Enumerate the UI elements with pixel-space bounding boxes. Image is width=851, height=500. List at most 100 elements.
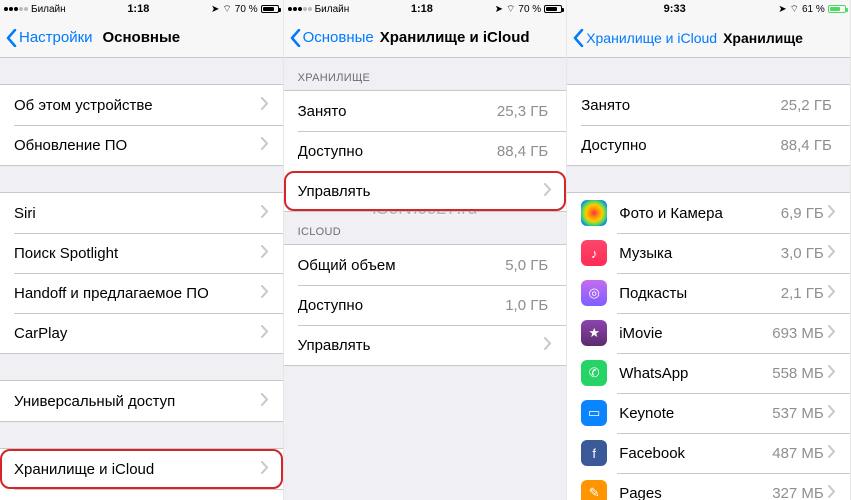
row-value: 25,3 ГБ (497, 103, 548, 120)
row-label: Универсальный доступ (14, 393, 261, 410)
list-row: Доступно88,4 ГБ (284, 131, 567, 171)
chevron-icon (828, 405, 836, 421)
chevron-icon (544, 337, 552, 353)
list-row[interactable]: ▭Keynote537 МБ (567, 393, 850, 433)
row-label: Обновление ПО (14, 137, 261, 154)
row-label: Pages (619, 485, 772, 500)
row-value: 2,1 ГБ (781, 285, 824, 302)
list-row[interactable]: Фото и Камера6,9 ГБ (567, 193, 850, 233)
chevron-right-icon (261, 205, 269, 218)
list-row[interactable]: ♪Музыка3,0 ГБ (567, 233, 850, 273)
row-label: Доступно (298, 143, 497, 160)
chevron-right-icon (828, 445, 836, 458)
list-row: Занято25,3 ГБ (284, 91, 567, 131)
chevron-icon (261, 393, 269, 409)
list-row: Занято25,2 ГБ (567, 85, 850, 125)
row-label: Занято (298, 103, 497, 120)
chevron-icon (828, 365, 836, 381)
back-button[interactable]: Настройки (6, 29, 93, 47)
list: Общий объем5,0 ГБДоступно1,0 ГБУправлять (284, 244, 567, 366)
carrier: Билайн (315, 4, 350, 15)
chevron-right-icon (828, 325, 836, 338)
status-time: 1:18 (127, 3, 149, 15)
row-label: WhatsApp (619, 365, 772, 382)
row-label: Facebook (619, 445, 772, 462)
list-row[interactable]: Handoff и предлагаемое ПО (0, 273, 283, 313)
back-icon (573, 29, 584, 47)
row-value: 88,4 ГБ (780, 137, 831, 154)
list-row[interactable]: Обновление контента (0, 489, 283, 500)
chevron-icon (261, 205, 269, 221)
list-row: Доступно1,0 ГБ (284, 285, 567, 325)
chevron-icon (261, 245, 269, 261)
spacer (567, 58, 850, 84)
row-label: Музыка (619, 245, 781, 262)
chevron-icon (544, 183, 552, 199)
row-label: Об этом устройстве (14, 97, 261, 114)
row-label: iMovie (619, 325, 772, 342)
list-row[interactable]: Универсальный доступ (0, 381, 283, 421)
battery-pct: 70 % (235, 4, 258, 15)
bluetooth-icon: ⌔ (222, 3, 231, 16)
spacer (0, 422, 283, 448)
row-label: Поиск Spotlight (14, 245, 261, 262)
chevron-right-icon (828, 405, 836, 418)
chevron-right-icon (544, 337, 552, 350)
status-bar: Билайн1:18➤⌔70 % (284, 0, 567, 18)
content: Об этом устройстве Обновление ПО Siri Поиск… (0, 58, 283, 500)
section-header: ICLOUD (284, 212, 567, 244)
list-row[interactable]: ✆ WhatsApp558 МБ (567, 353, 850, 393)
battery-icon (544, 5, 562, 13)
chevron-right-icon (828, 285, 836, 298)
row-label: Доступно (298, 297, 506, 314)
list-row[interactable]: fFacebook487 МБ (567, 433, 850, 473)
chevron-icon (828, 205, 836, 221)
chevron-icon (828, 245, 836, 261)
battery-icon (261, 5, 279, 13)
chevron-icon (828, 485, 836, 500)
app-icon: ✆ (581, 360, 607, 386)
list-row[interactable]: Управлять (284, 171, 567, 211)
page-title: Хранилище (723, 30, 844, 46)
back-icon (290, 29, 301, 47)
list-row[interactable]: ★iMovie693 МБ (567, 313, 850, 353)
chevron-icon (828, 285, 836, 301)
back-button[interactable]: Хранилище и iCloud (573, 29, 717, 47)
row-label: Фото и Камера (619, 205, 781, 222)
list-row[interactable]: Siri (0, 193, 283, 233)
row-label: Доступно (581, 137, 780, 154)
content: ХРАНИЛИЩЕЗанято25,3 ГБДоступно88,4 ГБУпр… (284, 58, 567, 500)
chevron-icon (828, 325, 836, 341)
page-title: Основные (102, 29, 180, 46)
app-icon: ★ (581, 320, 607, 346)
app-icon (581, 200, 607, 226)
list-row[interactable]: Обновление ПО (0, 125, 283, 165)
list-row[interactable]: Хранилище и iCloud (0, 449, 283, 489)
back-icon (6, 29, 17, 47)
status-bar: Билайн1:18➤⌔70 % (0, 0, 283, 18)
row-label: Handoff и предлагаемое ПО (14, 285, 261, 302)
list-row: Общий объем5,0 ГБ (284, 245, 567, 285)
row-label: Подкасты (619, 285, 781, 302)
chevron-right-icon (544, 183, 552, 196)
back-button[interactable]: Основные (290, 29, 374, 47)
chevron-right-icon (261, 97, 269, 110)
list-row[interactable]: CarPlay (0, 313, 283, 353)
screen-storage-detail: 9:33➤⌔61 %Хранилище и iCloudХранилищеЗан… (567, 0, 851, 500)
row-label: Управлять (298, 183, 545, 200)
row-value: 487 МБ (772, 445, 824, 462)
content: Занято25,2 ГБ Доступно88,4 ГБ Фото и Камер… (567, 58, 850, 500)
list: Хранилище и iCloudОбновление контента (0, 448, 283, 500)
location-icon: ➤ (495, 4, 503, 15)
list-row[interactable]: Об этом устройстве (0, 85, 283, 125)
app-icon: ♪ (581, 240, 607, 266)
row-value: 5,0 ГБ (505, 257, 548, 274)
row-label: Занято (581, 97, 780, 114)
row-value: 558 МБ (772, 365, 824, 382)
list-row[interactable]: ✎Pages327 МБ (567, 473, 850, 500)
list: Занято25,3 ГБДоступно88,4 ГБУправлять (284, 90, 567, 212)
list-row[interactable]: Управлять (284, 325, 567, 365)
signal-icon (4, 7, 28, 11)
list-row[interactable]: ◎Подкасты2,1 ГБ (567, 273, 850, 313)
list-row[interactable]: Поиск Spotlight (0, 233, 283, 273)
